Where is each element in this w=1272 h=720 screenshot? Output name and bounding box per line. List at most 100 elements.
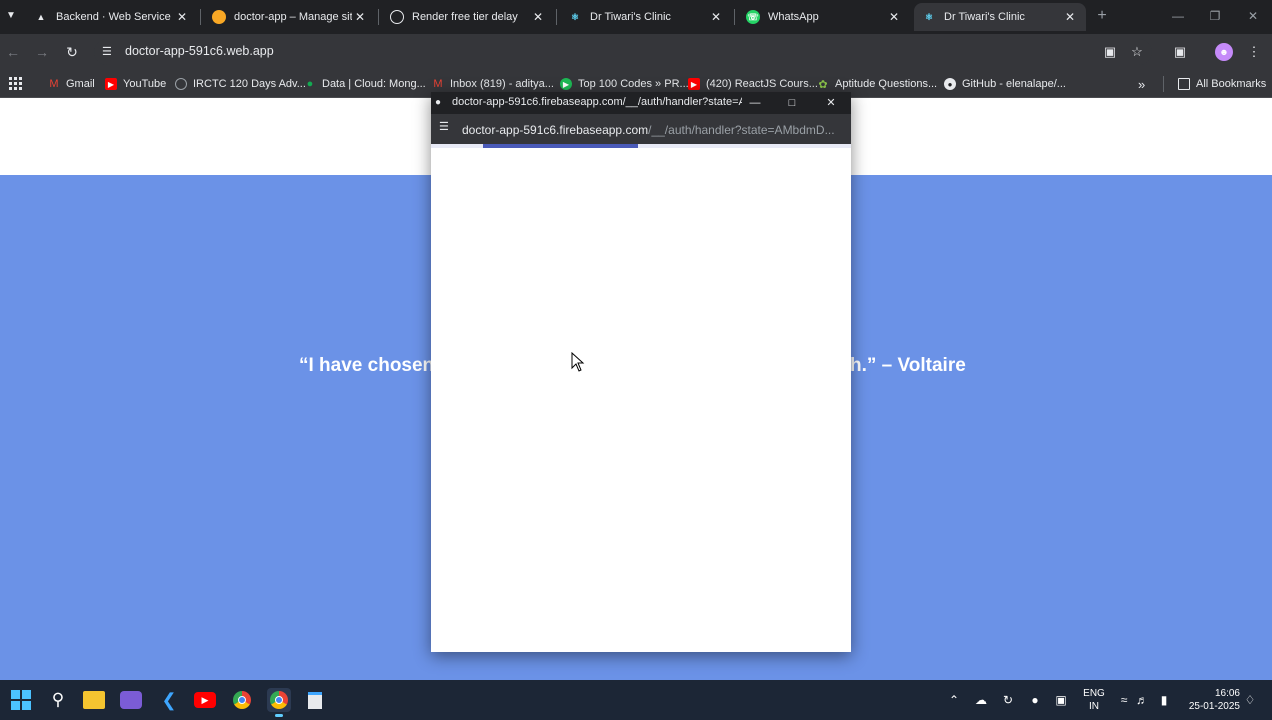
bookmark-youtube[interactable]: ▶ YouTube — [105, 75, 166, 93]
bookmark-top100[interactable]: ▶ Top 100 Codes » PR... — [560, 75, 689, 93]
github-icon: ● — [944, 78, 956, 90]
shield-icon: ▶ — [560, 78, 572, 90]
bookmark-inbox[interactable]: M Inbox (819) - aditya... — [432, 75, 554, 93]
bookmark-label: GitHub - elenalape/... — [962, 78, 1066, 90]
tab-title: Dr Tiwari's Clinic — [590, 11, 671, 23]
popup-url-path: /__/auth/handler?state=AMbdmD... — [648, 123, 835, 137]
apps-grid-icon[interactable] — [9, 77, 22, 90]
all-bookmarks-label: All Bookmarks — [1196, 78, 1267, 90]
volume-icon[interactable]: ♬ — [1134, 692, 1150, 708]
popup-url[interactable]: doctor-app-591c6.firebaseapp.com/__/auth… — [462, 123, 835, 137]
auth-popup-window[interactable]: ● doctor-app-591c6.firebaseapp.com/__/au… — [431, 92, 851, 652]
minimize-icon[interactable]: — — [1166, 6, 1190, 26]
popup-address-bar[interactable]: ☰ doctor-app-591c6.firebaseapp.com/__/au… — [431, 114, 851, 144]
more-bookmarks-icon[interactable]: » — [1138, 75, 1145, 93]
lang-region: IN — [1089, 701, 1099, 712]
maximize-icon[interactable]: □ — [783, 94, 801, 112]
bookmark-label: (420) ReactJS Cours... — [706, 78, 818, 90]
bookmark-label: Data | Cloud: Mong... — [322, 78, 426, 90]
system-clock[interactable]: 16:06 25-01-2025 — [1180, 687, 1240, 713]
tab-whatsapp[interactable]: ☏ WhatsApp ✕ — [738, 3, 910, 31]
new-tab-icon[interactable]: + — [1092, 6, 1112, 26]
address-url[interactable]: doctor-app-591c6.web.app — [125, 44, 274, 58]
bookmark-aptitude[interactable]: ✿ Aptitude Questions... — [817, 75, 937, 93]
close-icon[interactable]: ✕ — [530, 10, 546, 24]
profile-avatar[interactable]: ☻ — [1215, 43, 1233, 61]
chatgpt-icon — [390, 10, 404, 24]
tab-backend[interactable]: ▲ Backend · Web Service · R ✕ — [26, 3, 198, 31]
close-icon[interactable]: ✕ — [708, 10, 724, 24]
bookmark-label: YouTube — [123, 78, 167, 90]
file-explorer-icon[interactable] — [83, 691, 105, 709]
site-icon: ● — [435, 97, 442, 108]
vscode-icon[interactable]: ❮ — [157, 688, 181, 712]
wifi-icon[interactable]: ≈ — [1116, 692, 1132, 708]
chrome-active-icon[interactable] — [267, 688, 291, 717]
all-bookmarks[interactable]: All Bookmarks — [1178, 75, 1266, 93]
show-hidden-icons[interactable]: ⌃ — [946, 692, 962, 708]
tab-title: Backend · Web Service · R — [56, 11, 174, 23]
reload-icon[interactable]: ↻ — [63, 43, 81, 61]
tab-title: doctor-app – Manage site — [234, 11, 352, 23]
windows-start-icon[interactable] — [9, 688, 33, 712]
notifications-icon[interactable]: ♢ — [1242, 692, 1258, 708]
mouse-cursor-icon — [571, 352, 585, 372]
bookmark-reactjs[interactable]: ▶ (420) ReactJS Cours... — [688, 75, 818, 93]
youtube-app-icon[interactable]: ▶ — [194, 692, 216, 708]
bookmark-gmail[interactable]: M Gmail — [48, 75, 95, 93]
tab-firebase[interactable]: doctor-app – Manage site ✕ — [204, 3, 376, 31]
minimize-icon[interactable]: — — [746, 94, 764, 112]
react-icon: ⚛ — [924, 11, 934, 22]
restore-icon[interactable]: ❐ — [1203, 6, 1227, 26]
bookmark-irctc[interactable]: IRCTC 120 Days Adv... — [175, 75, 306, 93]
popup-titlebar[interactable]: ● doctor-app-591c6.firebaseapp.com/__/au… — [431, 92, 851, 114]
address-bar[interactable]: ☰ doctor-app-591c6.web.app — [94, 39, 1152, 65]
extensions-icon[interactable]: ▣ — [1171, 43, 1189, 61]
bookmark-mongodb[interactable]: ● Data | Cloud: Mong... — [304, 75, 426, 93]
chrome-icon[interactable] — [230, 688, 254, 712]
quote-text-right: h.” – Voltaire — [850, 355, 966, 376]
tab-clinic[interactable]: ⚛ Dr Tiwari's Clinic ✕ — [560, 3, 732, 31]
bookmark-label: Top 100 Codes » PR... — [578, 78, 689, 90]
tab-title: Dr Tiwari's Clinic — [944, 11, 1025, 23]
onedrive-icon[interactable]: ☁ — [973, 692, 989, 708]
popup-url-host: doctor-app-591c6.firebaseapp.com — [462, 123, 649, 137]
tab-title: WhatsApp — [768, 11, 819, 23]
notepad-icon[interactable] — [303, 688, 327, 712]
tab-clinic-active[interactable]: ⚛ Dr Tiwari's Clinic ✕ — [914, 3, 1086, 31]
tab-search-icon[interactable]: ▼ — [2, 6, 20, 26]
close-icon[interactable]: ✕ — [352, 10, 368, 24]
menu-icon[interactable]: ⋮ — [1245, 43, 1263, 61]
navigation-bar: ← → ↻ ☰ doctor-app-591c6.web.app ▣ ☆ ▣ ☻… — [0, 34, 1272, 70]
aptitude-icon: ✿ — [818, 78, 828, 91]
site-info-icon[interactable]: ☰ — [439, 120, 449, 133]
battery-icon[interactable]: ▮ — [1156, 692, 1172, 708]
bookmark-star-icon[interactable]: ☆ — [1128, 43, 1146, 61]
youtube-icon: ▶ — [105, 78, 117, 90]
forward-icon[interactable]: → — [33, 43, 51, 61]
search-icon[interactable]: ⚲ — [46, 688, 70, 712]
mongodb-icon: ● — [306, 78, 314, 90]
bookmark-label: Gmail — [66, 78, 95, 90]
sync-icon[interactable]: ↻ — [1000, 692, 1016, 708]
globe-icon — [175, 78, 187, 90]
microphone-icon[interactable]: ● — [1027, 692, 1043, 708]
back-icon[interactable]: ← — [4, 43, 22, 61]
close-icon[interactable]: ✕ — [886, 10, 902, 24]
windows-taskbar: ⚲ ❮ ▶ ⌃ ☁ ↻ ● ▣ ENG IN ≈ ♬ ▮ 16:06 25-01… — [0, 680, 1272, 720]
clipchamp-icon[interactable] — [120, 691, 142, 709]
tab-render-delay[interactable]: Render free tier delay ✕ — [382, 3, 554, 31]
close-icon[interactable]: ✕ — [174, 10, 190, 24]
close-icon[interactable]: ✕ — [822, 94, 840, 112]
display-icon[interactable]: ▣ — [1053, 692, 1069, 708]
close-window-icon[interactable]: ✕ — [1241, 6, 1265, 26]
youtube-icon: ▶ — [688, 78, 700, 90]
site-info-icon[interactable]: ☰ — [102, 43, 118, 61]
bookmark-github[interactable]: ● GitHub - elenalape/... — [944, 75, 1066, 93]
quote-text-left: “I have chosen — [299, 355, 435, 376]
install-app-icon[interactable]: ▣ — [1101, 43, 1119, 61]
tab-title: Render free tier delay — [412, 11, 518, 23]
language-indicator[interactable]: ENG IN — [1083, 687, 1105, 713]
gmail-icon: M — [433, 78, 443, 90]
close-icon[interactable]: ✕ — [1062, 10, 1078, 24]
